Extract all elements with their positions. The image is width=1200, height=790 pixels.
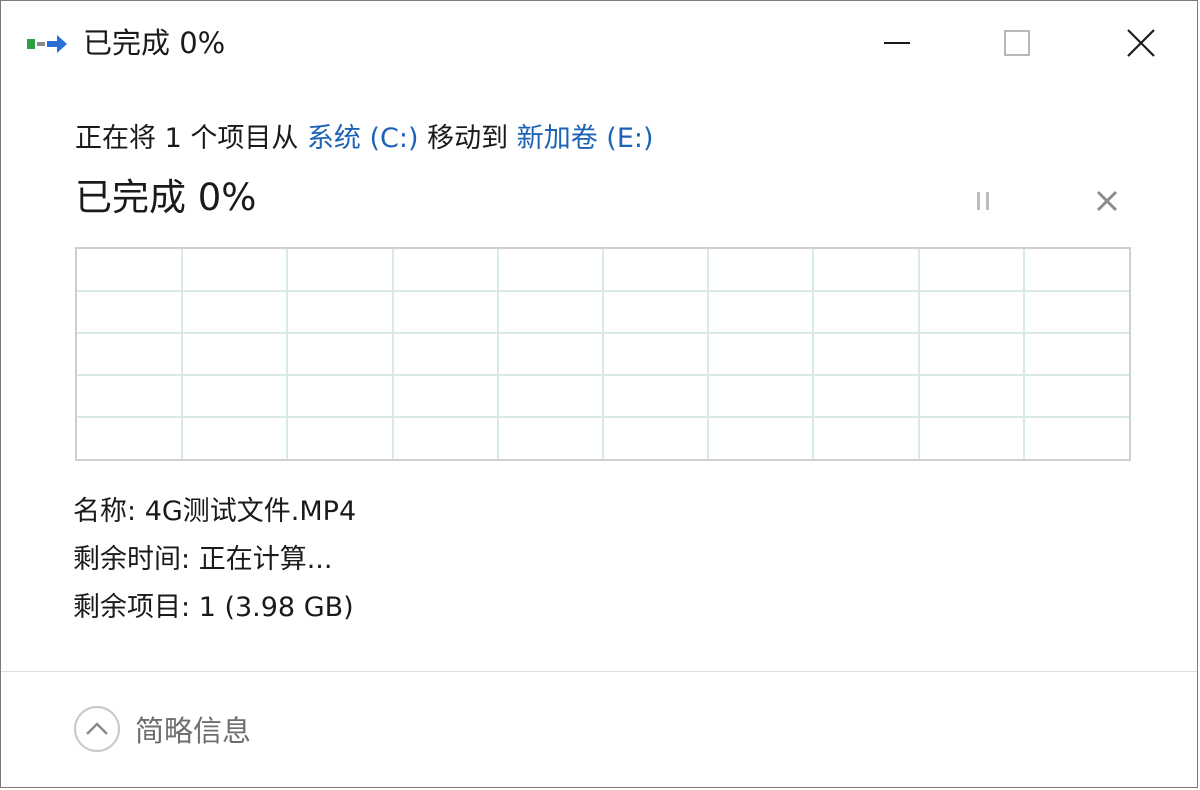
minimize-button[interactable] — [867, 15, 927, 71]
transfer-speed-graph — [75, 247, 1131, 461]
window-title: 已完成 0% — [83, 26, 226, 60]
cancel-button[interactable] — [1089, 183, 1125, 219]
operation-description: 正在将 1 个项目从 系统 (C:) 移动到 新加卷 (E:) — [75, 119, 654, 159]
file-name-value: 4G测试文件.MP4 — [144, 496, 357, 527]
file-name-label: 名称: — [73, 496, 137, 527]
close-button[interactable] — [1111, 15, 1171, 71]
fewer-details-label: 简略信息 — [135, 714, 252, 748]
minimize-icon — [884, 42, 910, 44]
items-remaining-label: 剩余项目: — [73, 592, 191, 623]
file-operation-dialog: 已完成 0% 正在将 1 个项目从 系统 (C:) 移动到 新加卷 (E:) 已… — [0, 0, 1198, 788]
file-move-icon — [27, 33, 69, 57]
items-remaining-value: 1 (3.98 GB) — [198, 592, 354, 623]
progress-text: 已完成 0% — [75, 176, 257, 219]
description-prefix: 正在将 1 个项目从 — [75, 123, 307, 154]
chevron-up-icon — [74, 706, 120, 752]
time-remaining-label: 剩余时间: — [73, 544, 191, 575]
close-icon — [1127, 29, 1155, 57]
cancel-icon — [1096, 190, 1118, 212]
speed-graph-grid — [77, 249, 1129, 459]
title-bar[interactable]: 已完成 0% — [1, 1, 1197, 85]
pause-button[interactable] — [965, 183, 1001, 219]
maximize-button[interactable] — [987, 15, 1047, 71]
file-name-row: 名称: 4G测试文件.MP4 — [73, 492, 356, 532]
time-remaining-value: 正在计算... — [198, 544, 333, 575]
pause-icon — [977, 192, 989, 210]
source-link[interactable]: 系统 (C:) — [307, 123, 419, 154]
description-middle: 移动到 — [418, 123, 517, 154]
maximize-icon — [1004, 30, 1030, 56]
time-remaining-row: 剩余时间: 正在计算... — [73, 540, 332, 580]
fewer-details-toggle[interactable]: 简略信息 — [73, 703, 251, 755]
items-remaining-row: 剩余项目: 1 (3.98 GB) — [73, 588, 354, 628]
destination-link[interactable]: 新加卷 (E:) — [517, 123, 654, 154]
